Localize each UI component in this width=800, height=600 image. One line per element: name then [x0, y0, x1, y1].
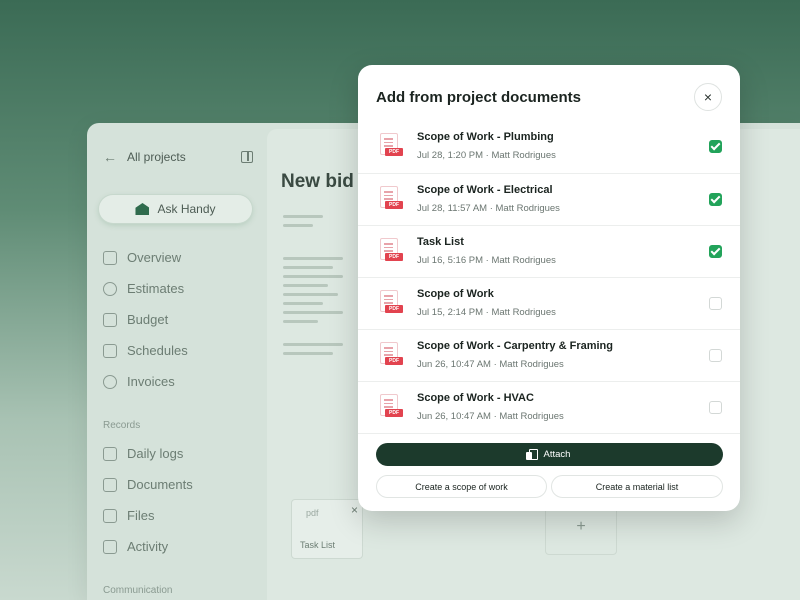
- pdf-file-icon: PDF: [380, 186, 403, 209]
- list-item[interactable]: PDF Scope of Work Jul 15, 2:14 PM · Matt…: [358, 277, 740, 329]
- sidebar-item-label: Activity: [127, 539, 169, 554]
- pdf-file-icon: PDF: [380, 342, 403, 365]
- tile-label: Task List: [300, 540, 336, 550]
- sidebar-item-activity[interactable]: Activity: [103, 531, 263, 562]
- folder-icon: [103, 508, 117, 523]
- sidebar-item-invoices[interactable]: Invoices: [103, 366, 263, 397]
- sidebar-item-daily-logs[interactable]: Daily logs: [103, 438, 263, 469]
- sidebar-item-budget[interactable]: Budget: [103, 304, 263, 335]
- document-meta: Jul 28, 11:57 AM · Matt Rodrigues: [417, 203, 560, 214]
- pdf-file-icon: PDF: [380, 133, 403, 156]
- pdf-file-icon: PDF: [380, 238, 403, 261]
- attach-label: Attach: [543, 449, 571, 460]
- list-item[interactable]: PDF Scope of Work - Electrical Jul 28, 1…: [358, 173, 740, 225]
- back-arrow-icon: ←: [103, 149, 117, 165]
- document-name: Scope of Work - HVAC: [417, 392, 534, 404]
- document-preview: [283, 209, 353, 529]
- close-button[interactable]: ×: [694, 83, 722, 111]
- ask-handy-label: Ask Handy: [157, 202, 216, 216]
- select-checkbox[interactable]: [709, 297, 722, 310]
- user-check-icon: [103, 446, 117, 461]
- attach-button[interactable]: Attach: [376, 443, 723, 466]
- records-nav: Daily logs Documents Files Activity: [103, 438, 263, 562]
- sidebar-item-label: Daily logs: [127, 446, 184, 461]
- collapse-sidebar-icon[interactable]: [241, 151, 253, 163]
- sidebar-item-label: Estimates: [127, 281, 185, 296]
- select-checkbox[interactable]: [709, 401, 722, 414]
- select-checkbox[interactable]: [709, 245, 722, 258]
- sidebar-item-estimates[interactable]: Estimates: [103, 273, 263, 304]
- list-item[interactable]: PDF Task List Jul 16, 5:16 PM · Matt Rod…: [358, 225, 740, 277]
- remove-attachment-icon[interactable]: ×: [351, 503, 358, 517]
- all-projects-label: All projects: [127, 150, 186, 164]
- sidebar-item-documents[interactable]: Documents: [103, 469, 263, 500]
- records-section-label: Records: [103, 420, 141, 431]
- pdf-file-icon: PDF: [380, 394, 403, 417]
- document-meta: Jun 26, 10:47 AM · Matt Rodrigues: [417, 411, 564, 422]
- plus-icon: +: [576, 518, 586, 535]
- home-icon: [135, 203, 150, 215]
- sidebar-item-label: Files: [127, 508, 155, 523]
- communication-section-label: Communication: [103, 585, 173, 596]
- create-material-list-button[interactable]: Create a material list: [551, 475, 723, 498]
- close-icon: ×: [703, 89, 713, 105]
- create-scope-button[interactable]: Create a scope of work: [376, 475, 547, 498]
- select-checkbox[interactable]: [709, 193, 722, 206]
- select-checkbox[interactable]: [709, 140, 722, 153]
- grid-plus-icon: [103, 250, 117, 265]
- activity-icon: [103, 539, 117, 554]
- list-item[interactable]: PDF Scope of Work - HVAC Jun 26, 10:47 A…: [358, 381, 740, 433]
- documents-icon: [103, 477, 117, 492]
- ask-handy-button[interactable]: Ask Handy: [99, 195, 252, 223]
- sidebar-item-label: Documents: [127, 477, 193, 492]
- document-meta: Jul 28, 1:20 PM · Matt Rodrigues: [417, 150, 556, 161]
- document-name: Scope of Work - Carpentry & Framing: [417, 340, 613, 352]
- sidebar-item-label: Schedules: [127, 343, 188, 358]
- sidebar-item-label: Invoices: [127, 374, 175, 389]
- sidebar-item-files[interactable]: Files: [103, 500, 263, 531]
- attachment-tile[interactable]: pdf × Task List: [291, 499, 363, 559]
- document-name: Task List: [417, 236, 464, 248]
- document-meta: Jun 26, 10:47 AM · Matt Rodrigues: [417, 359, 564, 370]
- sidebar-item-label: Overview: [127, 250, 182, 265]
- sidebar: ← All projects Ask Handy Overview Estima…: [87, 123, 267, 600]
- add-documents-modal: Add from project documents × PDF Scope o…: [358, 65, 740, 511]
- list-item[interactable]: PDF Scope of Work - Carpentry & Framing …: [358, 329, 740, 381]
- documents-icon: [525, 449, 538, 460]
- main-nav: Overview Estimates Budget Schedules Invo…: [103, 242, 263, 397]
- dollar-icon: [103, 374, 117, 389]
- document-name: Scope of Work - Plumbing: [417, 131, 554, 143]
- page-title: New bid r: [281, 171, 367, 192]
- document-name: Scope of Work - Electrical: [417, 184, 553, 196]
- document-name: Scope of Work: [417, 288, 494, 300]
- modal-footer: Attach Create a scope of work Create a m…: [358, 433, 740, 511]
- calendar-icon: [103, 343, 117, 358]
- document-meta: Jul 15, 2:14 PM · Matt Rodrigues: [417, 307, 556, 318]
- sidebar-item-label: Budget: [127, 312, 169, 327]
- sidebar-item-schedules[interactable]: Schedules: [103, 335, 263, 366]
- book-icon: [103, 312, 117, 327]
- sidebar-item-overview[interactable]: Overview: [103, 242, 263, 273]
- modal-title: Add from project documents: [376, 89, 582, 106]
- chat-icon: [103, 281, 117, 296]
- tile-pdf-label: pdf: [306, 508, 319, 518]
- document-list: PDF Scope of Work - Plumbing Jul 28, 1:2…: [358, 121, 740, 433]
- list-item[interactable]: PDF Scope of Work - Plumbing Jul 28, 1:2…: [358, 121, 740, 173]
- document-meta: Jul 16, 5:16 PM · Matt Rodrigues: [417, 255, 556, 266]
- pdf-file-icon: PDF: [380, 290, 403, 313]
- select-checkbox[interactable]: [709, 349, 722, 362]
- back-to-projects[interactable]: ← All projects: [103, 149, 253, 165]
